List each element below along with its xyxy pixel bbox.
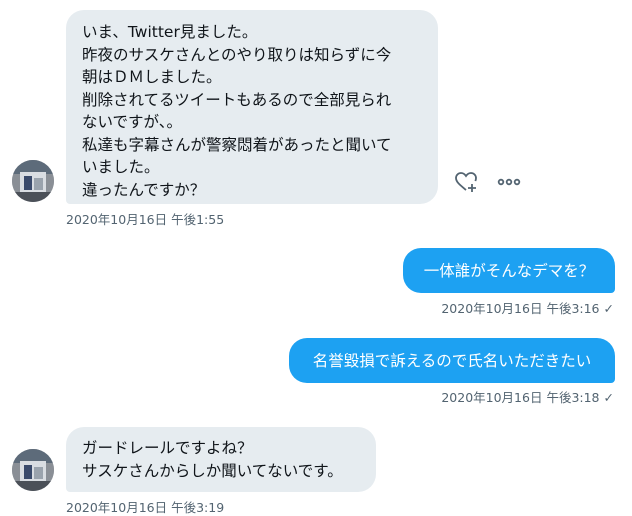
message-text: 名誉毀損で訴えるので氏名いただきたい [312, 351, 592, 370]
message-bubble-outgoing[interactable]: 名誉毀損で訴えるので氏名いただきたい [289, 338, 615, 383]
message-timestamp: 2020年10月16日 午後3:18 [441, 390, 600, 405]
check-icon: ✓ [603, 301, 614, 316]
message-line: 削除されてるツイートもあるので全部見られ [82, 90, 392, 109]
message-bubble-outgoing[interactable]: 一体誰がそんなデマを？ [403, 248, 615, 293]
message-line: 朝はＤＭしました。 [82, 68, 222, 86]
message-text: 一体誰がそんなデマを？ [423, 261, 595, 280]
message-timestamp-row: 2020年10月16日 午後3:16 ✓ [441, 298, 614, 317]
message-line: 私達も字幕さんが警察悶着があったと聞いて [82, 135, 392, 154]
message-timestamp: 2020年10月16日 午後1:55 [66, 212, 225, 227]
check-icon: ✓ [603, 390, 614, 405]
heart-plus-icon[interactable] [454, 170, 478, 198]
message-bubble-incoming[interactable]: いま、Twitter見ました。 昨夜のサスケさんとのやり取りは知らずに今 朝はＤ… [66, 10, 438, 204]
message-line: いま、Twitter見ました。 [82, 23, 258, 41]
message-line: サスケさんからしか聞いてないです。 [82, 461, 343, 480]
sender-avatar[interactable] [12, 449, 54, 491]
message-timestamp: 2020年10月16日 午後3:19 [66, 500, 225, 515]
message-line: いました。 [82, 158, 160, 176]
message-line: ないですが、。 [82, 113, 182, 131]
sender-avatar[interactable] [12, 160, 54, 202]
message-line: ガードレールですよね？ [82, 439, 253, 457]
message-bubble-incoming[interactable]: ガードレールですよね？ サスケさんからしか聞いてないです。 [66, 427, 376, 492]
message-line: 違ったんですか？ [82, 180, 206, 199]
message-line: 昨夜のサスケさんとのやり取りは知らずに今 [82, 45, 392, 64]
message-timestamp-row: 2020年10月16日 午後3:18 ✓ [441, 387, 614, 406]
more-horizontal-icon[interactable] [497, 172, 521, 196]
message-timestamp: 2020年10月16日 午後3:16 [441, 301, 600, 316]
